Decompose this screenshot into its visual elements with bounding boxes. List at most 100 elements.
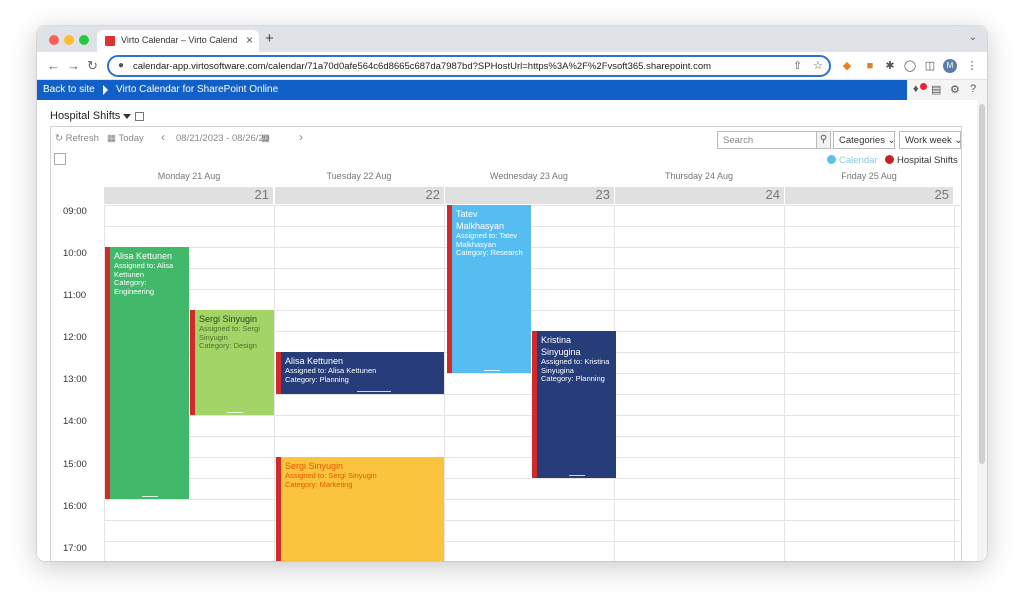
prev-week-chevron-icon[interactable]: ‹ (161, 130, 165, 144)
grid-line (444, 205, 445, 561)
browser-menu-icon[interactable]: ⋮ (965, 59, 979, 73)
event-sergi-sinyugin-marketing[interactable]: Sergi Sinyugin Assigned to: Sergi Sinyug… (276, 457, 444, 561)
close-window-button[interactable] (49, 35, 59, 45)
next-week-chevron-icon[interactable]: › (299, 130, 303, 144)
search-icon[interactable]: ⚲ (816, 131, 831, 149)
calendar-title-dropdown[interactable]: Hospital Shifts (50, 110, 145, 122)
day-header-wednesday: Wednesday 23 Aug (490, 171, 568, 181)
legend-calendar[interactable]: Calendar (827, 155, 878, 166)
back-arrow-icon[interactable]: ← (47, 58, 60, 73)
caret-down-icon (123, 113, 132, 119)
extension-icon[interactable]: ■ (863, 59, 877, 73)
refresh-icon: ↻ (55, 133, 63, 144)
maximize-window-button[interactable] (79, 35, 89, 45)
event-resize-handle[interactable] (226, 412, 243, 413)
reload-icon[interactable]: ↻ (87, 58, 98, 74)
chevron-down-icon: ⌄ (954, 135, 963, 146)
sharepoint-bar: Back to site Virto Calendar for SharePoi… (37, 80, 987, 100)
event-alisa-kettunen-engineering[interactable]: Alisa Kettunen Assigned to: Alisa Kettun… (105, 247, 189, 499)
day-header-friday: Friday 25 Aug (841, 171, 897, 181)
event-title: Tatev Malkhasyan (456, 209, 505, 231)
refresh-extension-icon[interactable]: ◯ (903, 59, 917, 73)
grid-line (784, 205, 785, 561)
date-range[interactable]: 08/21/2023 - 08/26/20 (176, 133, 269, 144)
browser-window: Virto Calendar – Virto Calenda × + ⌄ ← →… (37, 26, 987, 561)
today-button[interactable]: ▦ Today (107, 133, 144, 144)
event-title: Kristina Sinyugina (541, 335, 581, 357)
day-number-22[interactable]: 22 (275, 187, 444, 204)
event-resize-handle[interactable] (568, 475, 585, 476)
legend-hospital-shifts[interactable]: Hospital Shifts (885, 155, 958, 166)
view-dropdown[interactable]: Work week ⌄ (899, 131, 963, 149)
notifications-bell-icon[interactable]: ♦ (913, 83, 927, 95)
time-label: 12:00 (63, 332, 87, 343)
event-kristina-sinyugina-planning[interactable]: Kristina Sinyugina Assigned to: Kristina… (532, 331, 616, 478)
event-alisa-kettunen-planning[interactable]: Alisa Kettunen Assigned to: Alisa Kettun… (276, 352, 444, 394)
event-category: Category: Planning (541, 374, 605, 383)
help-icon[interactable]: ? (970, 83, 976, 95)
calendar-title: Hospital Shifts (50, 110, 121, 122)
time-label: 10:00 (63, 248, 87, 259)
event-resize-handle[interactable] (141, 496, 158, 497)
event-sergi-sinyugin-design[interactable]: Sergi Sinyugin Assigned to: Sergi Sinyug… (190, 310, 274, 415)
scrollbar-thumb[interactable] (979, 104, 985, 464)
week-grid[interactable]: Alisa Kettunen Assigned to: Alisa Kettun… (104, 205, 962, 561)
date-picker-icon[interactable]: ▦ (261, 133, 270, 144)
day-number-25[interactable]: 25 (785, 187, 953, 204)
grid-line (104, 226, 962, 227)
forward-arrow-icon[interactable]: → (67, 58, 80, 73)
grid-line (104, 268, 962, 269)
event-assigned: Assigned to: Tatev Malkhasyan (456, 231, 518, 249)
page-scrollbar[interactable] (977, 100, 987, 561)
browser-tab[interactable]: Virto Calendar – Virto Calenda × (97, 30, 259, 52)
event-category: Category: Planning (285, 374, 349, 384)
event-resize-handle[interactable] (483, 370, 500, 371)
book-icon[interactable]: ▤ (931, 83, 941, 96)
day-number-24[interactable]: 24 (615, 187, 784, 204)
tab-bar: Virto Calendar – Virto Calenda × + ⌄ (37, 26, 987, 52)
url-field[interactable]: ● calendar-app.virtosoftware.com/calenda… (107, 55, 831, 77)
url-text: calendar-app.virtosoftware.com/calendar/… (133, 61, 712, 72)
profile-avatar[interactable]: M (943, 59, 957, 73)
day-number-23[interactable]: 23 (445, 187, 614, 204)
legend-hospital-shifts-label: Hospital Shifts (897, 155, 958, 166)
tab-menu-chevron-icon[interactable]: ⌄ (969, 32, 977, 43)
select-all-checkbox[interactable] (54, 153, 66, 165)
grid-line (104, 289, 962, 290)
gear-icon[interactable]: ⚙ (950, 83, 960, 96)
event-category: Category: Research (456, 248, 523, 257)
edit-note-icon[interactable] (135, 111, 145, 121)
grid-line (954, 205, 955, 561)
event-resize-handle[interactable] (356, 391, 391, 392)
app-title[interactable]: Virto Calendar for SharePoint Online (116, 84, 278, 95)
refresh-label: Refresh (65, 133, 99, 144)
sidebar-panel-icon[interactable]: ◫ (923, 59, 937, 73)
time-label: 11:00 (63, 290, 87, 301)
new-tab-button[interactable]: + (265, 30, 274, 47)
grid-line (104, 520, 962, 521)
calendar-page: Hospital Shifts ↻ Refresh ▦ Today ‹ 08/2… (37, 100, 987, 561)
search-input[interactable]: Search (717, 131, 817, 149)
today-label: Today (118, 133, 144, 144)
share-icon[interactable]: ⇧ (793, 59, 802, 72)
back-to-site-link[interactable]: Back to site (43, 84, 95, 95)
event-assigned: Assigned to: Alisa Kettunen (114, 261, 174, 279)
day-number-21[interactable]: 21 (104, 187, 273, 204)
bookmark-star-icon[interactable]: ☆ (813, 59, 823, 72)
sharepoint-tools: ♦ ▤ ⚙ ? (907, 80, 987, 100)
event-tatev-malkhasyan-research[interactable]: Tatev Malkhasyan Assigned to: Tatev Malk… (447, 205, 531, 373)
time-label: 16:00 (63, 501, 87, 512)
categories-label: Categories (839, 135, 885, 146)
minimize-window-button[interactable] (64, 35, 74, 45)
categories-dropdown[interactable]: Categories ⌄ (833, 131, 896, 149)
calendar-small-icon: ▦ (107, 133, 116, 144)
refresh-button[interactable]: ↻ Refresh (55, 133, 99, 144)
tab-close-icon[interactable]: × (246, 33, 253, 47)
event-category: Category: Engineering (114, 278, 155, 296)
notification-badge (920, 83, 927, 90)
legend-dot-icon (827, 155, 836, 164)
puzzle-extensions-icon[interactable]: ✱ (883, 59, 897, 73)
event-category: Category: Marketing (285, 479, 353, 489)
event-assigned: Assigned to: Kristina Sinyugina (541, 357, 610, 375)
metamask-extension-icon[interactable]: ◆ (840, 59, 854, 73)
